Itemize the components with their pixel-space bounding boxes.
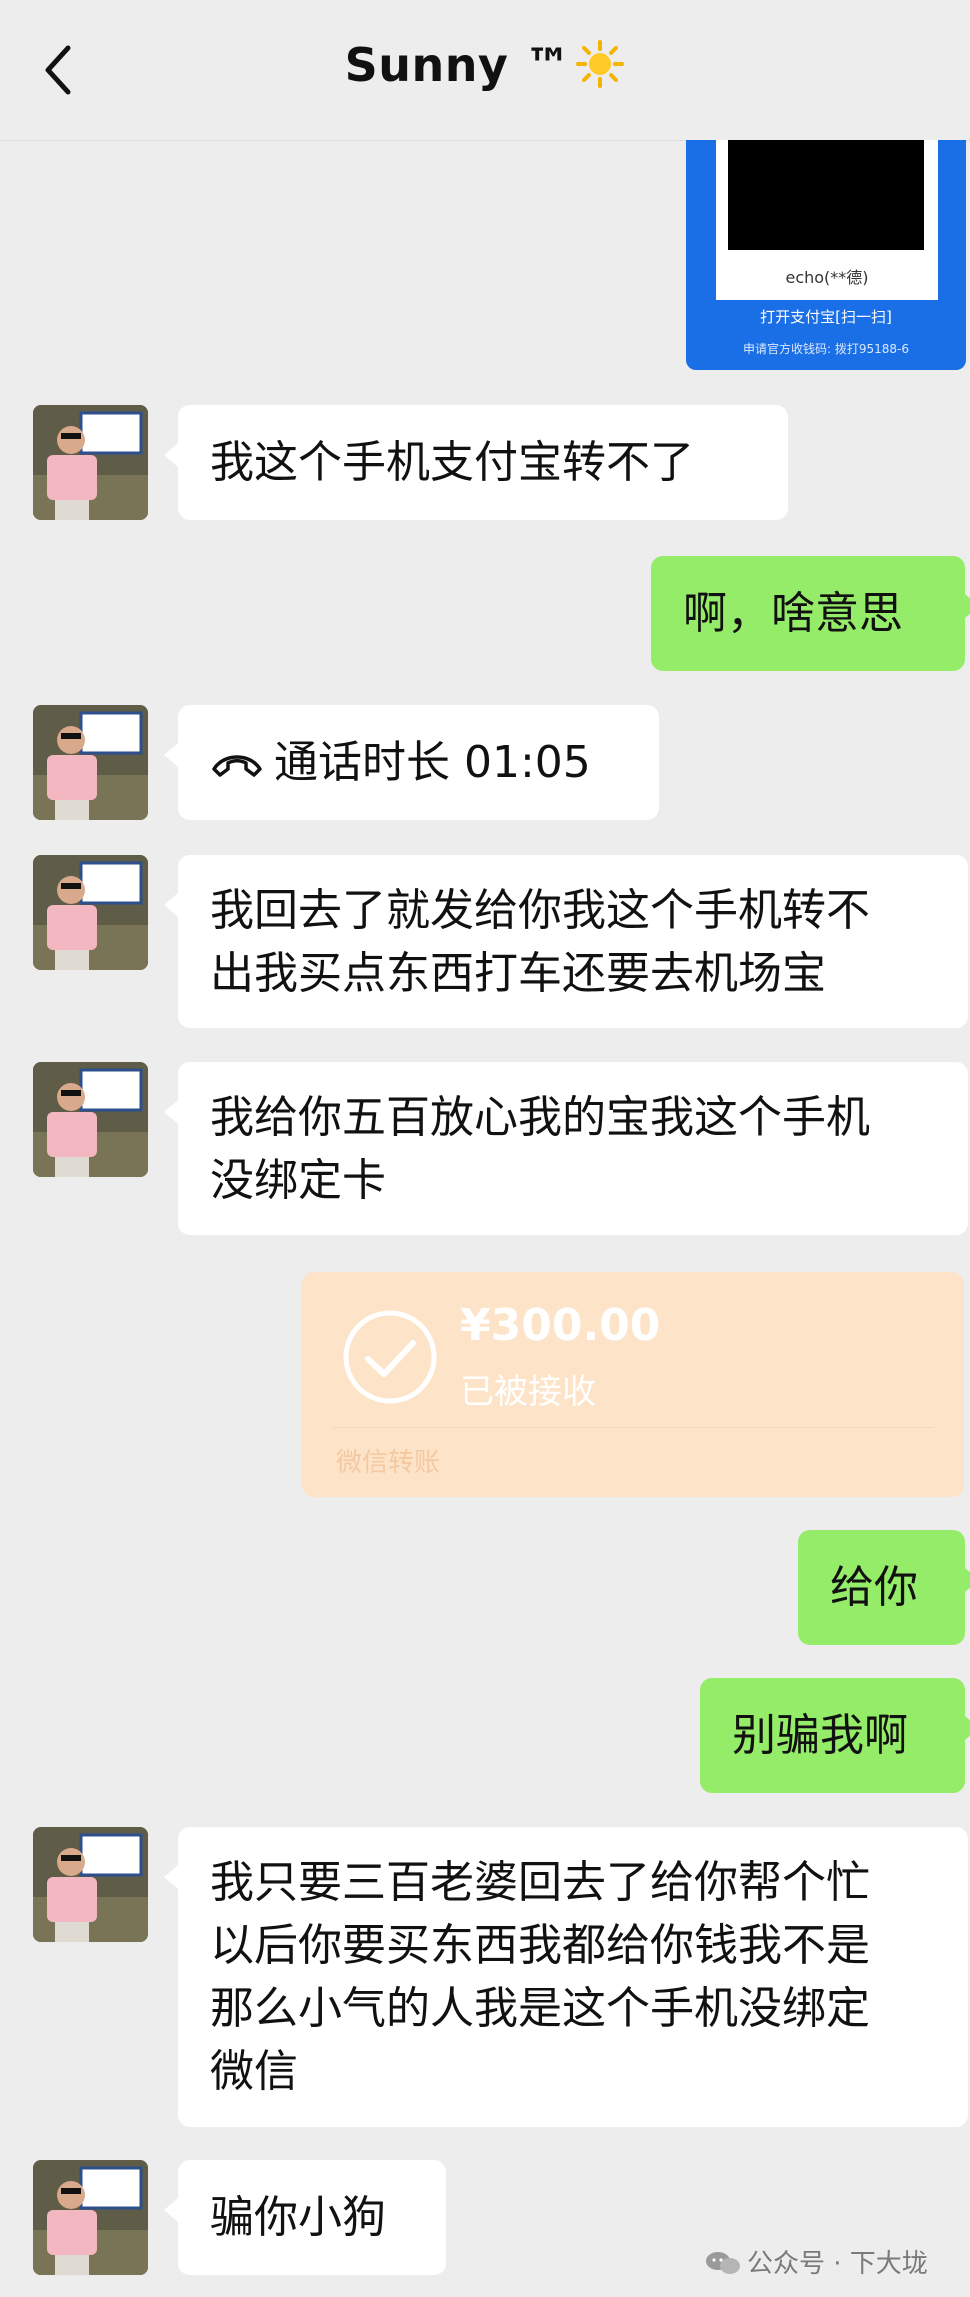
transfer-status: 已被接收 <box>460 1372 596 1412</box>
message-text: 啊，啥意思 <box>683 588 903 639</box>
message-line: 我只要三百老婆回去了给你帮个忙 <box>210 1857 870 1908</box>
avatar[interactable] <box>33 705 148 820</box>
qr-payee-name: echo(**德) <box>785 268 869 287</box>
message-bubble-incoming[interactable]: 骗你小狗 <box>164 2160 446 2275</box>
phone-hangup-icon <box>212 755 262 777</box>
qr-card-panel: echo(**德) <box>716 140 938 300</box>
chat-title-wrap: Sunny ™ <box>0 38 970 108</box>
message-bubble-incoming[interactable]: 我回去了就发给你我这个手机转不 出我买点东西打车还要去机场宝 <box>164 855 968 1028</box>
message-bubble-outgoing[interactable]: 别骗我啊 <box>700 1678 970 1793</box>
watermark: 公众号 · 下大垅 <box>705 2243 928 2283</box>
message-bubble-incoming[interactable]: 我只要三百老婆回去了给你帮个忙 以后你要买东西我都给你钱我不是 那么小气的人我是… <box>164 1827 968 2127</box>
qr-code-redacted <box>728 140 924 250</box>
check-circle-icon <box>340 1307 440 1407</box>
message-bubble-incoming[interactable]: 我给你五百放心我的宝我这个手机 没绑定卡 <box>164 1062 968 1235</box>
message-line: 出我买点东西打车还要去机场宝 <box>210 948 826 999</box>
message-line: 微信 <box>210 2046 298 2097</box>
sun-emoji-icon <box>575 39 625 89</box>
watermark-text: 公众号 · 下大垅 <box>747 2249 928 2279</box>
message-bubble-outgoing[interactable]: 啊，啥意思 <box>651 556 970 671</box>
qr-footer: 申请官方收钱码: 拨打95188-6 <box>743 342 909 356</box>
message-line: 以后你要买东西我都给你钱我不是 <box>210 1920 870 1971</box>
transfer-divider <box>332 1427 934 1428</box>
message-text: 我这个手机支付宝转不了 <box>210 437 694 488</box>
avatar[interactable] <box>33 405 148 520</box>
qr-open-hint: 打开支付宝[扫一扫] <box>760 308 892 326</box>
message-line: 那么小气的人我是这个手机没绑定 <box>210 1983 870 2034</box>
transfer-card[interactable]: ¥300.00 已被接收 微信转账 <box>302 1272 964 1497</box>
message-text: 给你 <box>830 1562 918 1613</box>
message-bubble-outgoing[interactable]: 给你 <box>798 1530 970 1645</box>
message-line: 没绑定卡 <box>210 1155 386 1206</box>
message-line: 我给你五百放心我的宝我这个手机 <box>210 1092 870 1143</box>
avatar[interactable] <box>33 1827 148 1942</box>
transfer-amount: ¥300.00 <box>460 1300 661 1351</box>
transfer-brand-label: 微信转账 <box>336 1448 441 1478</box>
message-text: 骗你小狗 <box>210 2192 386 2243</box>
message-bubble-incoming[interactable]: 我这个手机支付宝转不了 <box>164 405 788 520</box>
image-message-qr-card[interactable]: echo(**德) 打开支付宝[扫一扫] 申请官方收钱码: 拨打95188-6 <box>686 140 966 370</box>
message-text: 别骗我啊 <box>732 1710 908 1761</box>
chat-title: Sunny ™ <box>344 38 572 92</box>
wechat-official-account-icon <box>705 2250 741 2276</box>
message-line: 我回去了就发给你我这个手机转不 <box>210 885 870 936</box>
call-duration: 通话时长 01:05 <box>274 737 591 788</box>
call-record-bubble[interactable]: 通话时长 01:05 <box>164 705 659 820</box>
avatar[interactable] <box>33 1062 148 1177</box>
avatar[interactable] <box>33 2160 148 2275</box>
call-record-row: 通话时长 01:05 <box>210 731 627 794</box>
avatar[interactable] <box>33 855 148 970</box>
